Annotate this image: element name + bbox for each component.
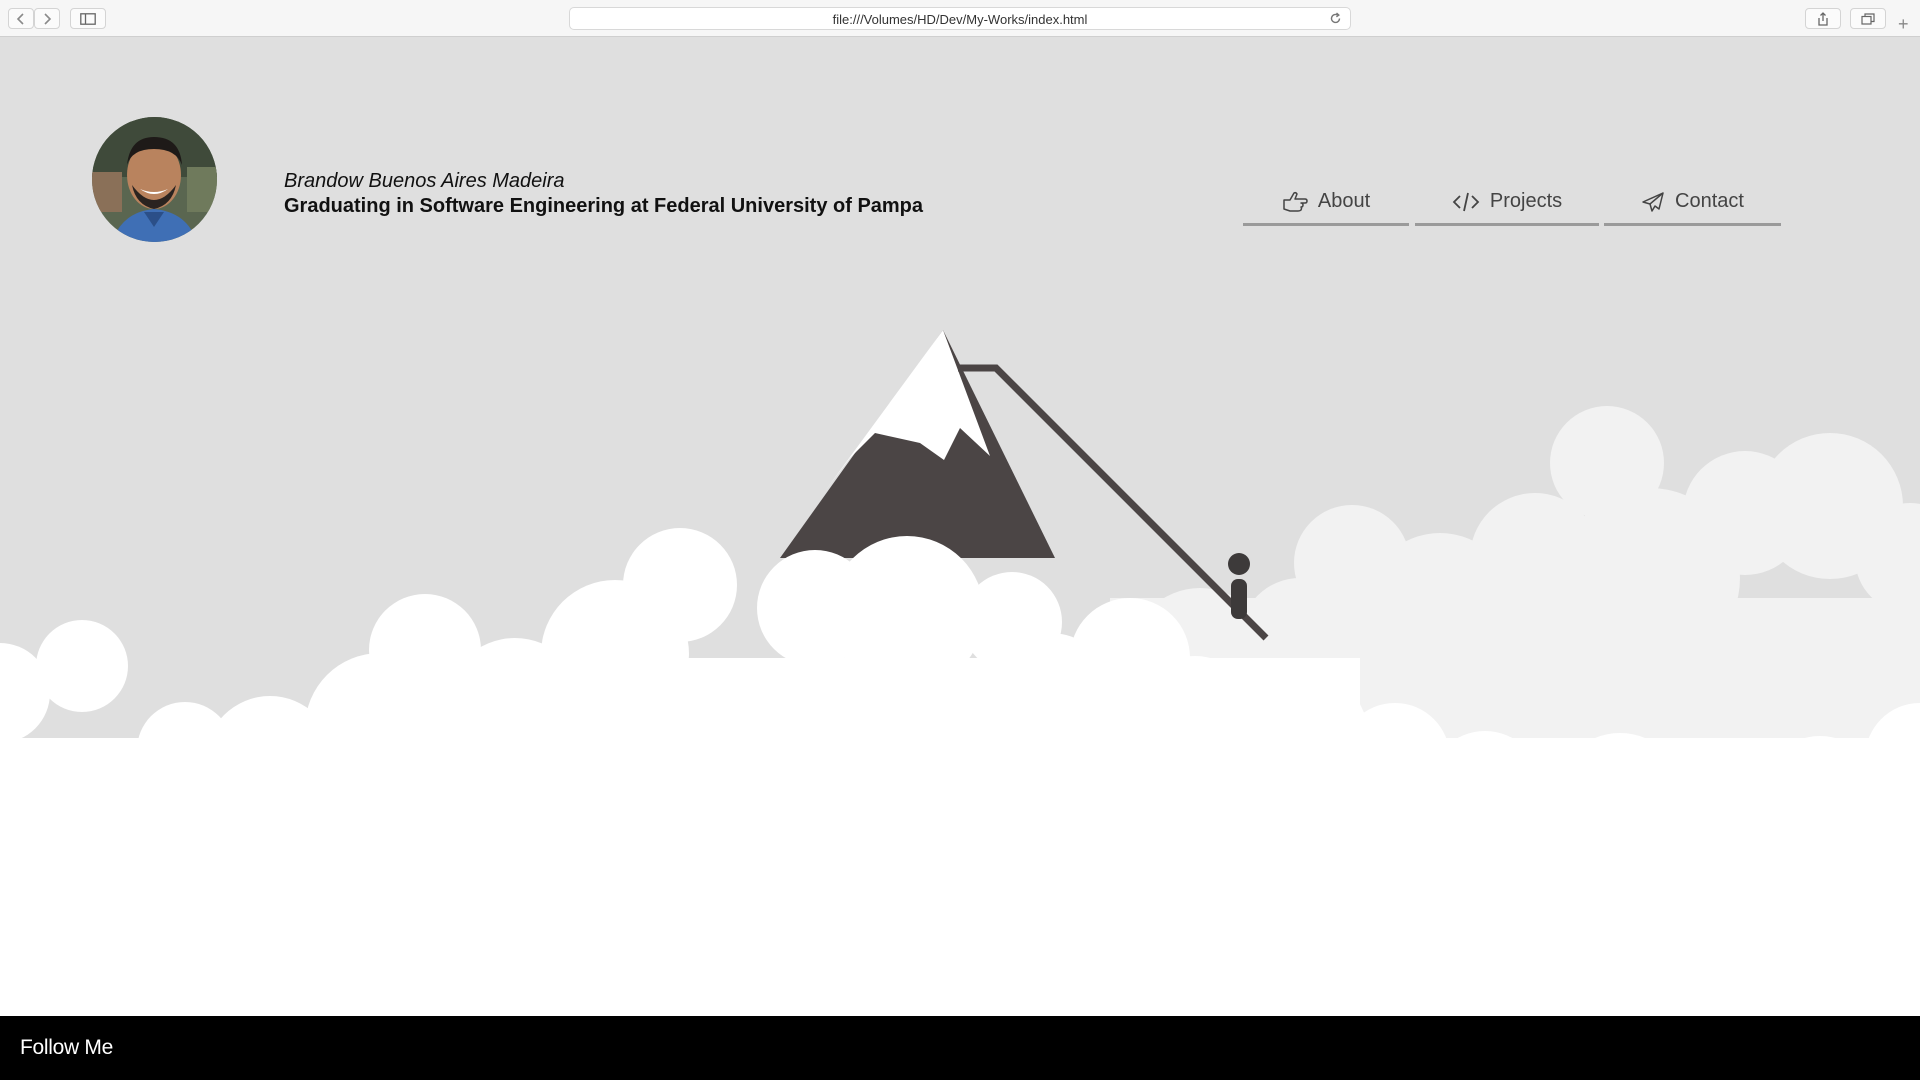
mountain: [780, 330, 1055, 558]
paper-plane-icon: [1642, 191, 1664, 212]
browser-toolbar: file:///Volumes/HD/Dev/My-Works/index.ht…: [0, 0, 1920, 37]
nav-projects[interactable]: Projects: [1415, 180, 1599, 226]
back-button[interactable]: [8, 8, 34, 29]
address-bar[interactable]: file:///Volumes/HD/Dev/My-Works/index.ht…: [569, 7, 1351, 30]
forward-button[interactable]: [34, 8, 60, 29]
share-icon: [1818, 11, 1828, 26]
hand-point-icon: [1283, 191, 1308, 212]
back-icon: [16, 12, 24, 25]
nav-contact-label: Contact: [1675, 190, 1744, 212]
tabs-overview-button[interactable]: [1850, 8, 1886, 29]
nav-about-label: About: [1317, 190, 1371, 212]
author-subtitle: Graduating in Software Engineering at Fe…: [284, 195, 924, 217]
share-button[interactable]: [1805, 8, 1841, 29]
reload-icon[interactable]: [1329, 12, 1342, 25]
code-icon: [1452, 192, 1480, 211]
nav-contact[interactable]: Contact: [1604, 180, 1781, 226]
author-name: Brandow Buenos Aires Madeira: [284, 170, 565, 192]
nav-about[interactable]: About: [1243, 180, 1409, 226]
follow-me-link[interactable]: Follow Me: [20, 1036, 113, 1060]
url-text: file:///Volumes/HD/Dev/My-Works/index.ht…: [832, 12, 1088, 27]
new-tab-icon[interactable]: +: [1898, 14, 1909, 34]
climber-figure: [1228, 553, 1250, 619]
intro-block: Brandow Buenos Aires Madeira Graduating …: [284, 169, 984, 219]
sidebar-icon: [80, 12, 96, 25]
nav-projects-label: Projects: [1489, 190, 1563, 212]
page-content: Brandow Buenos Aires Madeira Graduating …: [0, 38, 1920, 1016]
forward-icon: [44, 12, 52, 25]
tabs-icon: [1861, 12, 1875, 25]
sidebar-button[interactable]: [70, 8, 106, 29]
profile-avatar: [92, 117, 217, 242]
footer: Follow Me: [0, 1016, 1920, 1080]
